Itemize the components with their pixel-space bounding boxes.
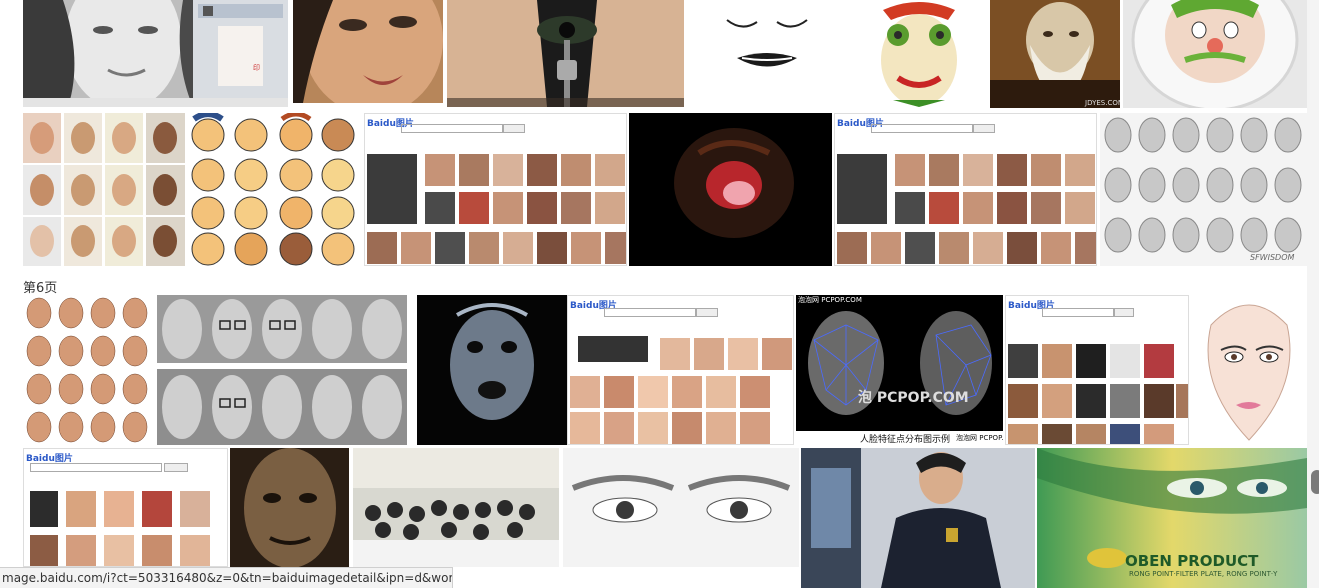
image-result-bald-man-expressions[interactable]: SFWISDOM <box>1100 113 1307 266</box>
image-result-textured-face[interactable] <box>230 448 349 567</box>
status-bar-url: mage.baidu.com/i?ct=503316480&z=0&tn=bai… <box>0 567 453 588</box>
image-result-eyes-sketch[interactable] <box>563 448 799 567</box>
image-result-cartoon-expressions[interactable] <box>186 113 362 266</box>
image-result-cartoon-plate-face[interactable] <box>1123 0 1307 108</box>
mini-search-input <box>871 124 973 133</box>
image-result-old-man-painting[interactable]: JDYES.COM <box>990 0 1120 108</box>
pcpop-footer-text: 泡泡网 PCPOP.COM <box>956 434 1003 442</box>
image-result-face-grid-men[interactable] <box>23 113 185 266</box>
mini-search-button <box>696 308 718 317</box>
mini-search-input <box>401 124 503 133</box>
image-result-baidu-women-screenshot[interactable]: Baidu图片 <box>567 295 794 445</box>
image-result-lips-sketch[interactable] <box>687 0 847 107</box>
image-result-scared-face-dark[interactable] <box>417 295 567 445</box>
image-result-baidu-celebrities-screenshot[interactable]: Baidu图片 <box>1005 295 1189 445</box>
image-result-dark-mouth[interactable] <box>629 113 832 266</box>
face-feature-caption: 人脸特征点分布图示例 <box>860 435 951 445</box>
page-number-label: 第6页 <box>23 281 58 296</box>
mini-search-button <box>1114 308 1134 317</box>
image-result-zipper-eye[interactable] <box>447 0 684 107</box>
image-result-woman-closeup[interactable] <box>293 0 443 103</box>
watermark-text: SFWISDOM <box>1250 253 1295 262</box>
image-result-man-face-grid[interactable] <box>23 295 154 445</box>
image-result-bw-woman-photoshop[interactable]: 印 <box>23 0 288 107</box>
svg-text:印: 印 <box>253 64 260 72</box>
mini-search-input <box>30 463 162 472</box>
image-result-security-guard[interactable] <box>801 448 1035 588</box>
scrollbar-track[interactable] <box>1307 0 1319 588</box>
mini-search-input <box>1042 308 1114 317</box>
image-result-group-photo[interactable] <box>353 448 559 567</box>
mini-search-button <box>503 124 525 133</box>
image-result-baidu-search-screenshot[interactable]: Baidu图片 <box>364 113 627 266</box>
oben-subtitle: RONG POINT·FILTER PLATE, RONG POINT·Y <box>1129 570 1278 578</box>
mini-search-input <box>604 308 696 317</box>
oben-title: OBEN PRODUCT <box>1125 552 1259 570</box>
svg-text:JDYES.COM: JDYES.COM <box>1084 99 1120 107</box>
mini-search-button <box>164 463 188 472</box>
pcpop-watermark: 泡 PCPOP.COM <box>858 390 969 406</box>
image-result-baidu-search-screenshot-2[interactable]: Baidu图片 <box>834 113 1097 266</box>
image-result-vegetable-face[interactable] <box>853 0 986 107</box>
image-result-glasses-men-bw[interactable] <box>157 295 407 445</box>
image-result-illustrated-woman-face[interactable] <box>1191 295 1307 445</box>
image-result-oben-product-eye[interactable]: OBEN PRODUCT RONG POINT·FILTER PLATE, RO… <box>1037 448 1307 588</box>
mini-search-button <box>973 124 995 133</box>
image-result-face-mesh-pcpop[interactable]: 泡泡网 PCPOP.COM 泡 PCPOP.COM 人脸特征点分布图示例 泡泡网… <box>796 295 1003 445</box>
image-result-baidu-search-screenshot-3[interactable]: Baidu图片 <box>23 448 228 567</box>
scroll-button[interactable] <box>1311 470 1319 494</box>
pcpop-header-text: 泡泡网 PCPOP.COM <box>798 296 862 304</box>
